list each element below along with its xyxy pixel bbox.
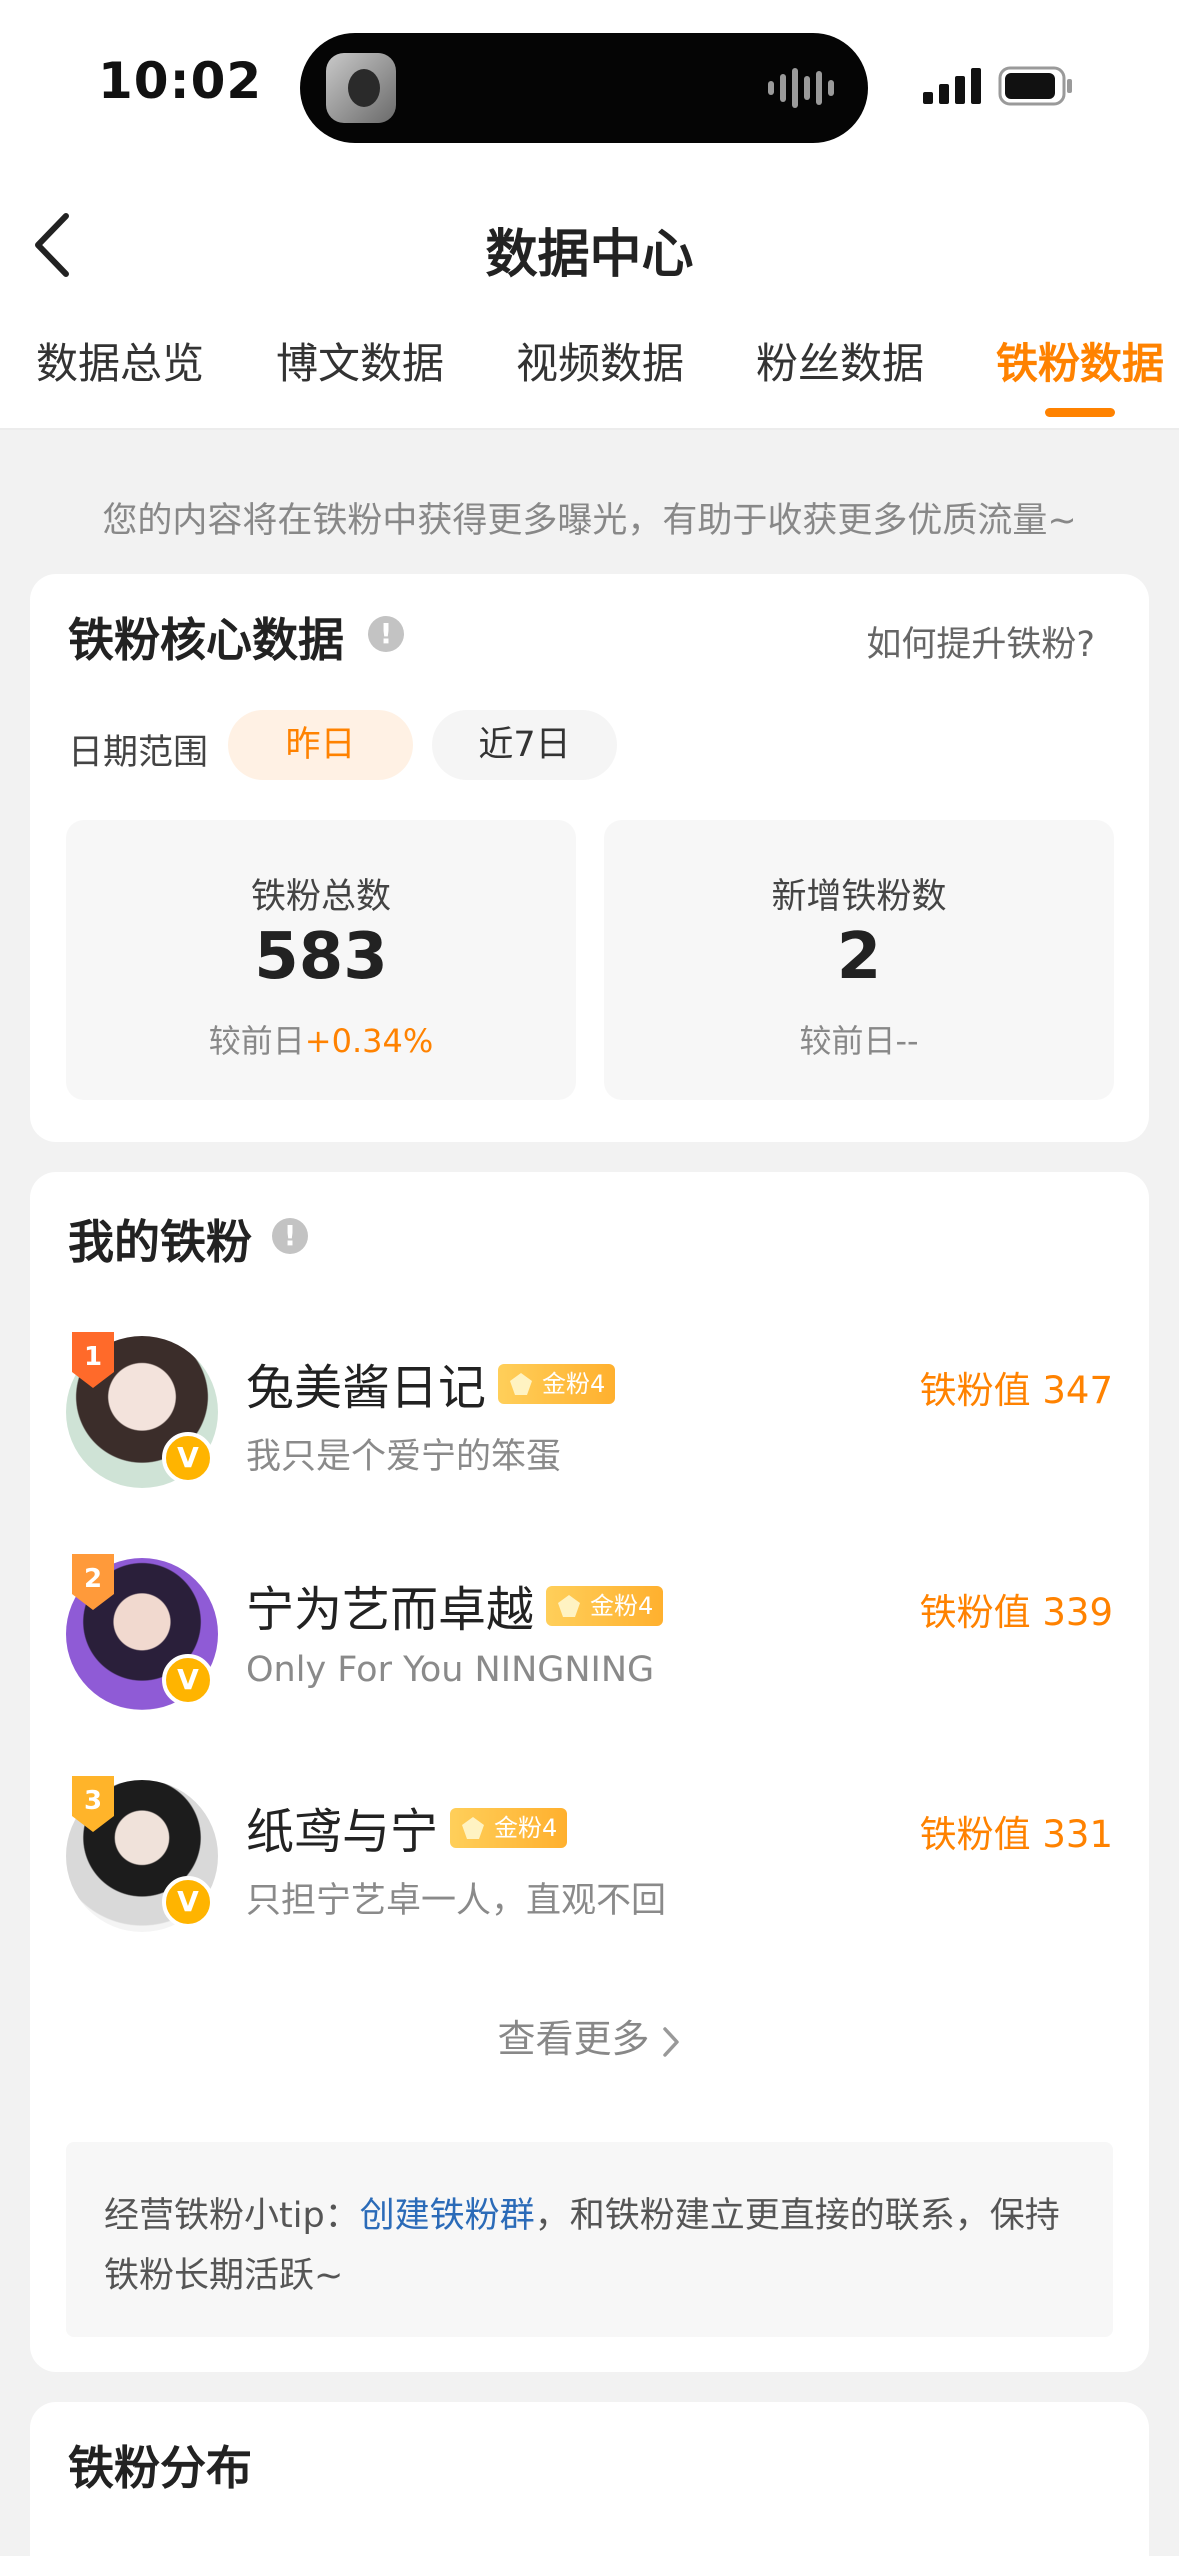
fan-value-label: 铁粉值 <box>919 1813 1031 1856</box>
fan-value-number: 331 <box>1042 1813 1113 1856</box>
gem-icon <box>558 1595 580 1617</box>
fan-level-badge: 金粉4 <box>498 1364 616 1404</box>
dynamic-island[interactable] <box>300 33 868 143</box>
rank-number: 3 <box>84 1786 102 1816</box>
fan-value: 铁粉值 347 <box>920 1360 1113 1414</box>
fan-value-number: 347 <box>1042 1369 1113 1412</box>
rank-badge-icon: 2 <box>72 1554 114 1610</box>
stat-compare: 较前日-- <box>604 1016 1114 1062</box>
tab-iron-fans[interactable]: 铁粉数据 <box>996 330 1164 391</box>
view-more-label: 查看更多 <box>497 2017 650 2061</box>
fan-avatar[interactable]: 2 V <box>66 1554 218 1710</box>
tab-posts[interactable]: 博文数据 <box>276 330 444 391</box>
fan-value-label: 铁粉值 <box>919 1591 1031 1634</box>
page-title: 数据中心 <box>485 225 694 285</box>
gem-icon <box>462 1817 484 1839</box>
fan-value-label: 铁粉值 <box>919 1369 1031 1412</box>
verified-icon: V <box>162 1876 214 1928</box>
tab-bar: 数据总览 博文数据 视频数据 粉丝数据 铁粉数据 <box>0 330 1179 430</box>
tip-box: 经营铁粉小tip：创建铁粉群，和铁粉建立更直接的联系，保持铁粉长期活跃~ <box>66 2142 1113 2337</box>
date-option-yesterday[interactable]: 昨日 <box>228 710 413 780</box>
rank-number: 2 <box>84 1564 102 1594</box>
rank-badge-icon: 1 <box>72 1332 114 1388</box>
stat-total-iron-fans: 铁粉总数 583 较前日+0.34% <box>66 820 576 1100</box>
stat-value: 2 <box>836 920 882 994</box>
rank-number: 1 <box>84 1342 102 1372</box>
create-fan-group-link[interactable]: 创建铁粉群 <box>360 2196 535 2236</box>
fan-list-item[interactable]: 2 V 宁为艺而卓越 金粉4 Only For You NINGNING 铁粉值… <box>30 1554 1149 1738</box>
fan-value: 铁粉值 331 <box>920 1804 1113 1858</box>
fan-name[interactable]: 兔美酱日记 <box>246 1348 486 1418</box>
tab-overview[interactable]: 数据总览 <box>36 330 204 391</box>
tab-videos[interactable]: 视频数据 <box>516 330 684 391</box>
stat-compare: 较前日+0.34% <box>66 1016 576 1062</box>
date-option-7-days[interactable]: 近7日 <box>432 710 617 780</box>
compare-prefix: 较前日 <box>799 1022 896 1060</box>
fan-name[interactable]: 宁为艺而卓越 <box>246 1570 534 1640</box>
fan-bio: 我只是个爱宁的笨蛋 <box>246 1437 562 1477</box>
now-playing-thumbnail <box>326 53 396 123</box>
status-time: 10:02 <box>98 52 263 110</box>
battery-icon <box>998 66 1072 106</box>
fan-list-item[interactable]: 1 V 兔美酱日记 金粉4 我只是个爱宁的笨蛋 铁粉值 347 <box>30 1332 1149 1516</box>
info-icon[interactable]: ! <box>272 1218 308 1254</box>
compare-value: -- <box>895 1022 919 1060</box>
fan-avatar[interactable]: 1 V <box>66 1332 218 1488</box>
info-icon[interactable]: ! <box>368 616 404 652</box>
fan-level-badge: 金粉4 <box>546 1586 664 1626</box>
audio-wave-icon <box>768 65 838 111</box>
core-data-card: 铁粉核心数据 ! 如何提升铁粉? 日期范围 昨日 近7日 铁粉总数 583 较前… <box>30 574 1149 1142</box>
distribution-title: 铁粉分布 <box>68 2441 252 2495</box>
compare-prefix: 较前日 <box>208 1022 305 1060</box>
date-range-label: 日期范围 <box>68 733 209 773</box>
fan-level: 金粉4 <box>494 1814 558 1842</box>
tab-fans[interactable]: 粉丝数据 <box>756 330 924 391</box>
fan-avatar[interactable]: 3 V <box>66 1776 218 1932</box>
my-fans-title: 我的铁粉 <box>68 1215 252 1269</box>
stat-label: 新增铁粉数 <box>771 877 947 917</box>
hint-text: 您的内容将在铁粉中获得更多曝光，有助于收获更多优质流量~ <box>102 501 1077 541</box>
stat-value: 583 <box>254 920 388 994</box>
fan-value: 铁粉值 339 <box>920 1582 1113 1636</box>
cellular-signal-icon <box>923 68 981 104</box>
fan-value-number: 339 <box>1042 1591 1113 1634</box>
gem-icon <box>510 1373 532 1395</box>
page: 10:02 数据中心 数据总览 博文数据 视频数据 粉丝数据 铁粉数据 您的内容… <box>0 0 1179 2556</box>
chevron-right-icon <box>662 2026 679 2057</box>
fan-list-item[interactable]: 3 V 纸鸢与宁 金粉4 只担宁艺卓一人，直观不回 铁粉值 331 <box>30 1776 1149 1960</box>
fan-name[interactable]: 纸鸢与宁 <box>246 1792 438 1862</box>
verified-icon: V <box>162 1432 214 1484</box>
fan-level: 金粉4 <box>542 1370 606 1398</box>
how-to-improve-link[interactable]: 如何提升铁粉? <box>866 616 1095 667</box>
tip-prefix: 经营铁粉小tip： <box>104 2196 360 2236</box>
view-more-button[interactable]: 查看更多 <box>30 2008 1149 2063</box>
stat-new-iron-fans: 新增铁粉数 2 较前日-- <box>604 820 1114 1100</box>
distribution-card: 铁粉分布 <box>30 2402 1149 2556</box>
fan-level: 金粉4 <box>590 1592 654 1620</box>
fan-bio: 只担宁艺卓一人，直观不回 <box>246 1881 667 1921</box>
active-tab-indicator <box>1045 408 1115 417</box>
compare-value: +0.34% <box>304 1022 434 1060</box>
core-data-title: 铁粉核心数据 <box>68 613 344 667</box>
nav-bar: 数据中心 数据总览 博文数据 视频数据 粉丝数据 铁粉数据 <box>0 170 1179 430</box>
rank-badge-icon: 3 <box>72 1776 114 1832</box>
verified-icon: V <box>162 1654 214 1706</box>
fan-bio: Only For You NINGNING <box>246 1650 655 1690</box>
fan-level-badge: 金粉4 <box>450 1808 568 1848</box>
my-fans-card: 我的铁粉 ! 1 V 兔美酱日记 金粉4 我只是个爱宁的笨蛋 铁粉值 347 2… <box>30 1172 1149 2372</box>
status-bar: 10:02 <box>0 0 1179 170</box>
stat-label: 铁粉总数 <box>250 877 391 917</box>
